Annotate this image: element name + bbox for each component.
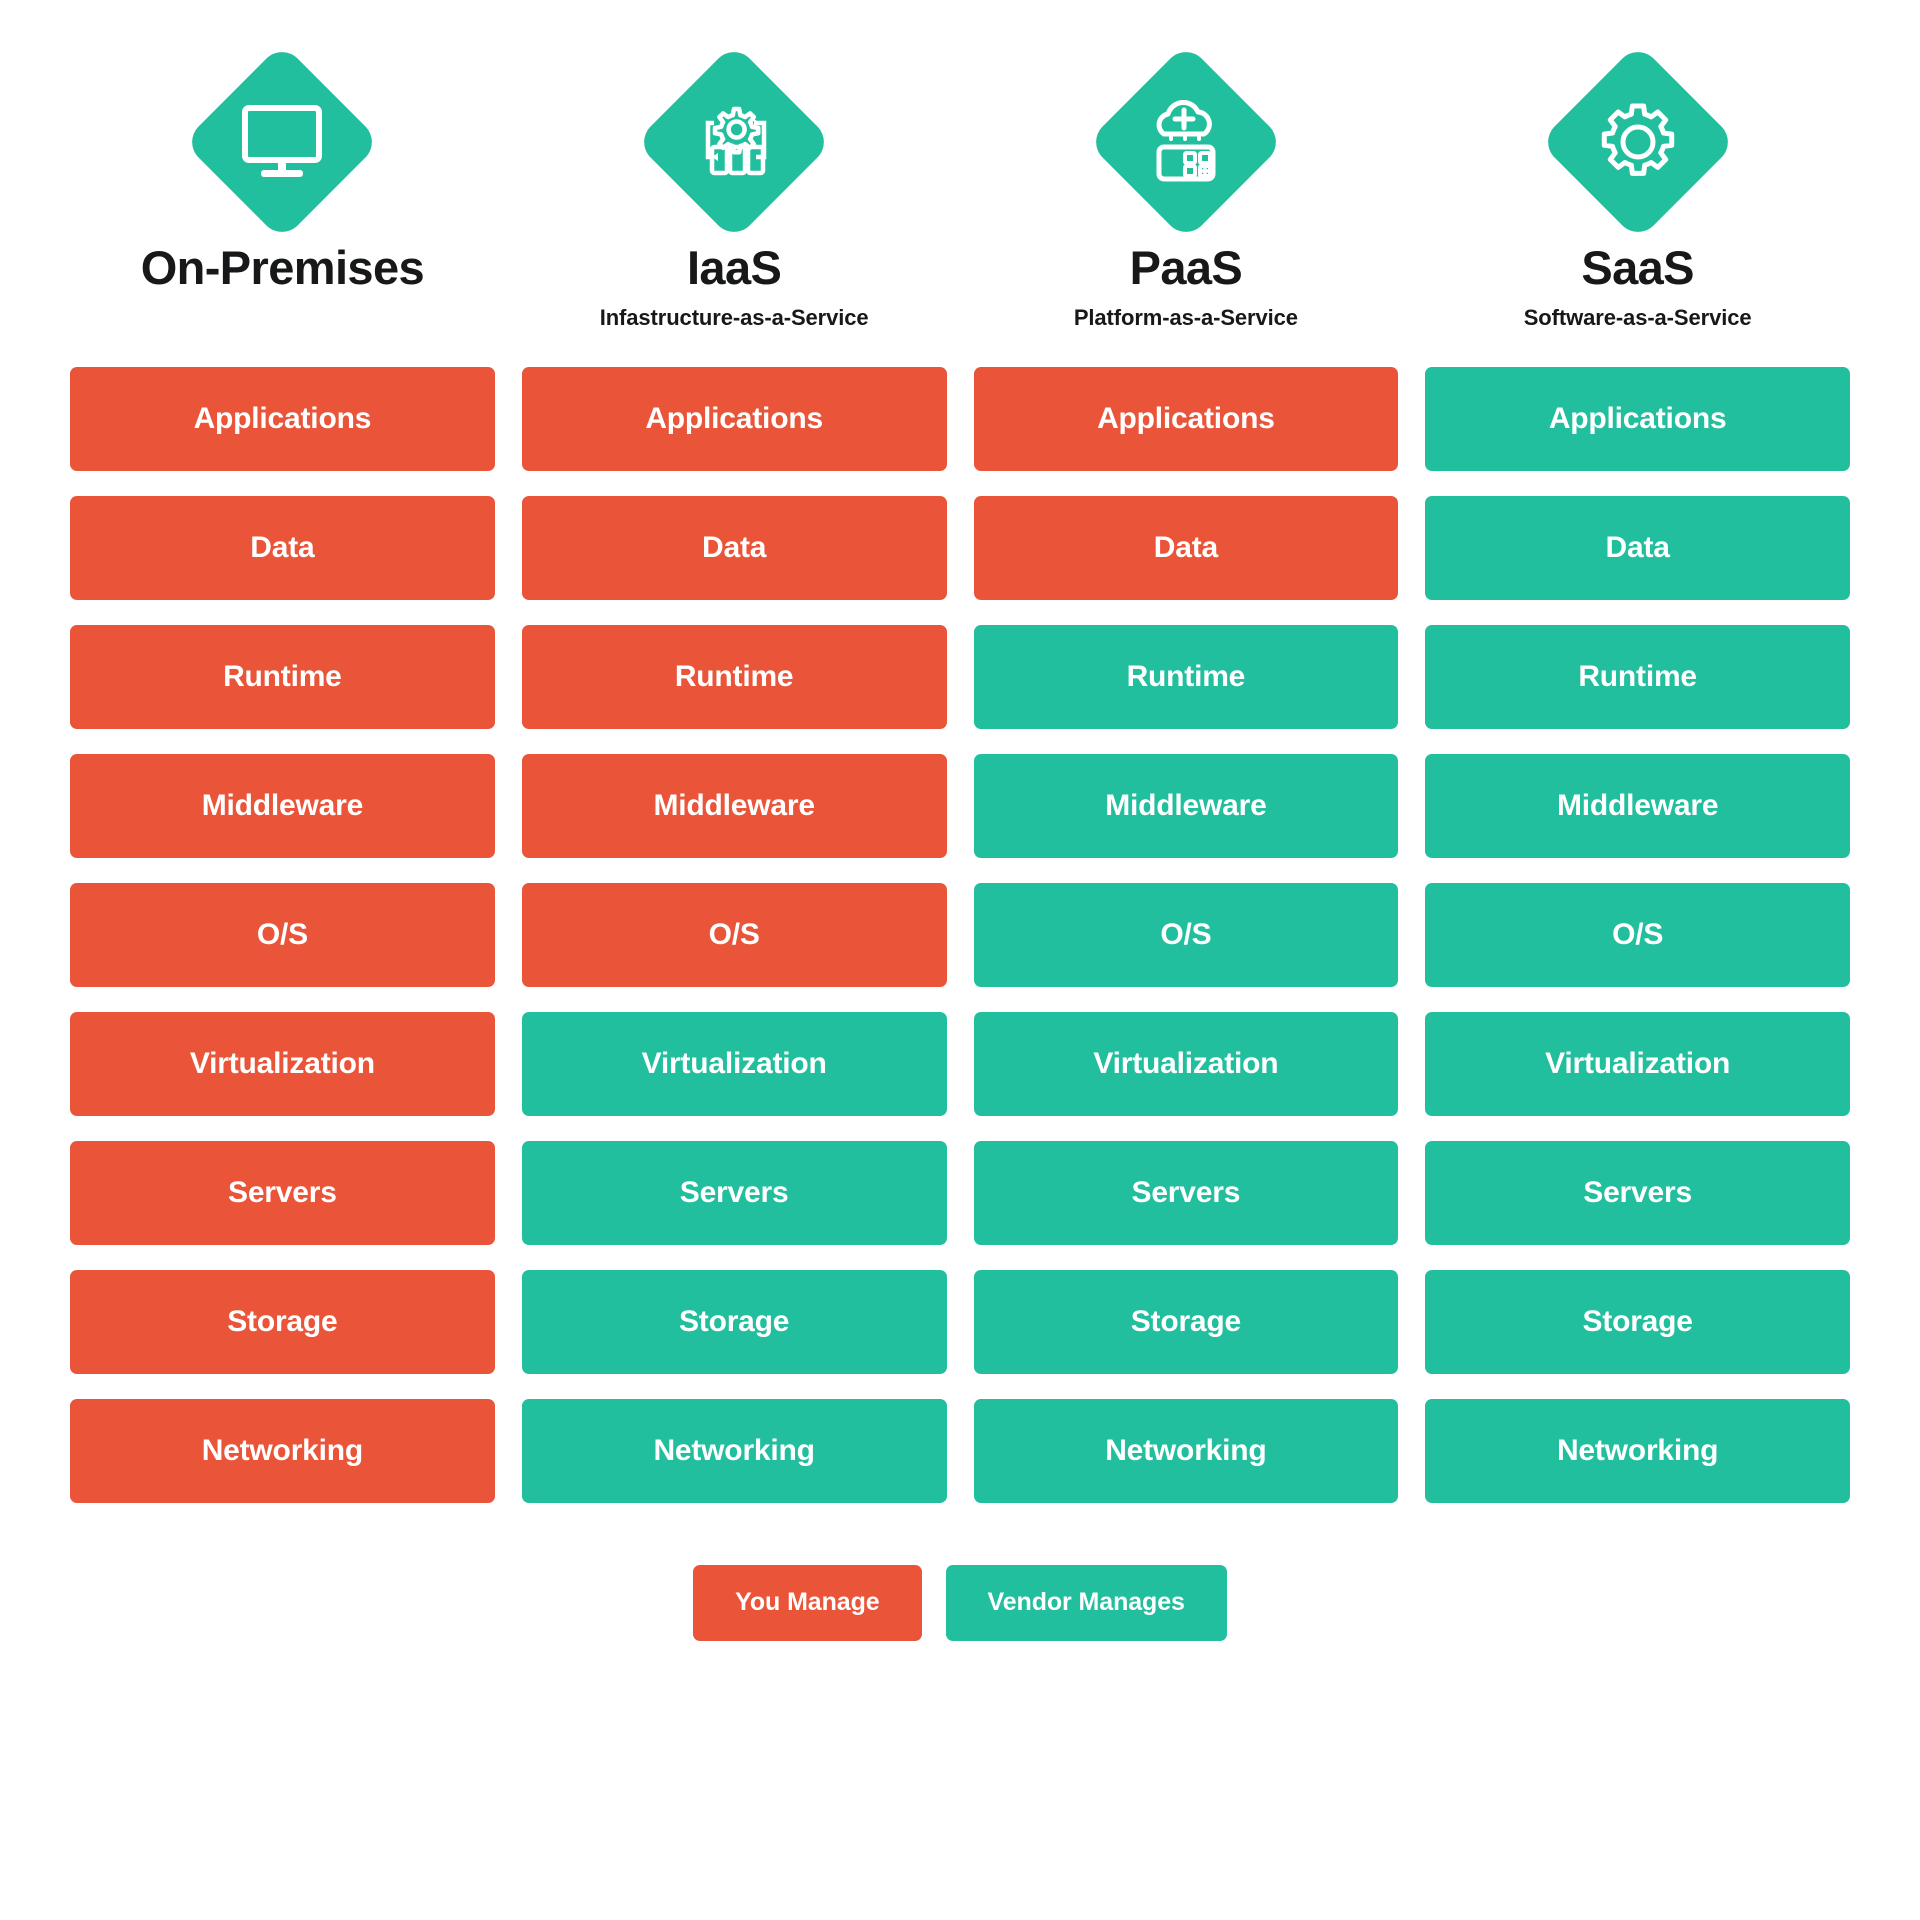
layer-cell: Data [521, 495, 947, 600]
layer-cell: Storage [973, 1269, 1399, 1374]
on-premises-icon-badge [183, 43, 382, 241]
model-subtitle: Infastructure-as-a-Service [599, 304, 869, 330]
layer-cell: Virtualization [521, 1011, 947, 1116]
column-header-on-premises: On-Premises [70, 43, 495, 331]
model-title: SaaS [1581, 241, 1694, 294]
column-header-paas: PaaS Platform-as-a-Service [974, 43, 1399, 331]
column-header-saas: SaaS Software-as-a-Service [1425, 43, 1850, 331]
layer-cell: Applications [1425, 366, 1850, 471]
paas-icon-badge [1086, 43, 1285, 241]
layer-cell: Storage [521, 1269, 947, 1374]
layer-cell: Networking [70, 1398, 495, 1503]
layer-cell: Virtualization [973, 1011, 1399, 1116]
layer-cell: Applications [521, 366, 947, 471]
saas-icon-badge [1538, 43, 1737, 241]
monitor-icon [229, 89, 335, 195]
cloud-platform-icon [1133, 89, 1239, 195]
model-subtitle: Platform-as-a-Service [1073, 304, 1298, 330]
layer-cell: Middleware [521, 753, 947, 858]
layer-cell: Runtime [1425, 624, 1850, 729]
layer-cell: Servers [973, 1140, 1399, 1245]
gear-icon [1585, 89, 1691, 195]
legend-you-manage[interactable]: You Manage [693, 1564, 922, 1641]
layer-cell: Runtime [70, 624, 495, 729]
legend: You Manage Vendor Manages [0, 1564, 1920, 1641]
layer-cell: Servers [521, 1140, 947, 1245]
layer-cell: Virtualization [70, 1011, 495, 1116]
layer-cell: Middleware [973, 753, 1399, 858]
model-title: IaaS [686, 241, 782, 294]
service-model-headers: On-Premises IaaS Infastructure-as-a-Serv… [0, 0, 1920, 331]
layer-cell: O/S [1425, 882, 1850, 987]
layer-cell: Networking [521, 1398, 947, 1503]
layer-cell: O/S [973, 882, 1399, 987]
layer-cell: Networking [1425, 1398, 1850, 1503]
layer-cell: Applications [70, 366, 495, 471]
column-header-iaas: IaaS Infastructure-as-a-Service [522, 43, 947, 331]
model-title: PaaS [1129, 241, 1243, 294]
layer-cell: Servers [1425, 1140, 1850, 1245]
layer-cell: Virtualization [1425, 1011, 1850, 1116]
layer-cell: Servers [70, 1140, 495, 1245]
layer-cell: Data [973, 495, 1399, 600]
responsibility-matrix: Applications Applications Applications Appl… [0, 366, 1920, 1503]
infrastructure-gear-icon [681, 89, 787, 195]
cloud-service-model-diagram: On-Premises IaaS Infastructure-as-a-Serv… [0, 0, 1920, 1920]
layer-cell: O/S [521, 882, 947, 987]
layer-cell: Storage [70, 1269, 495, 1374]
layer-cell: Storage [1425, 1269, 1850, 1374]
layer-cell: Data [1425, 495, 1850, 600]
layer-cell: Runtime [521, 624, 947, 729]
layer-cell: Networking [973, 1398, 1399, 1503]
model-title: On-Premises [140, 241, 425, 294]
legend-vendor-manages[interactable]: Vendor Manages [945, 1564, 1227, 1641]
layer-cell: Data [70, 495, 495, 600]
model-subtitle: Software-as-a-Service [1523, 304, 1752, 330]
layer-cell: Middleware [70, 753, 495, 858]
layer-cell: Applications [973, 366, 1399, 471]
layer-cell: Runtime [973, 624, 1399, 729]
iaas-icon-badge [635, 43, 834, 241]
layer-cell: O/S [70, 882, 495, 987]
layer-cell: Middleware [1425, 753, 1850, 858]
